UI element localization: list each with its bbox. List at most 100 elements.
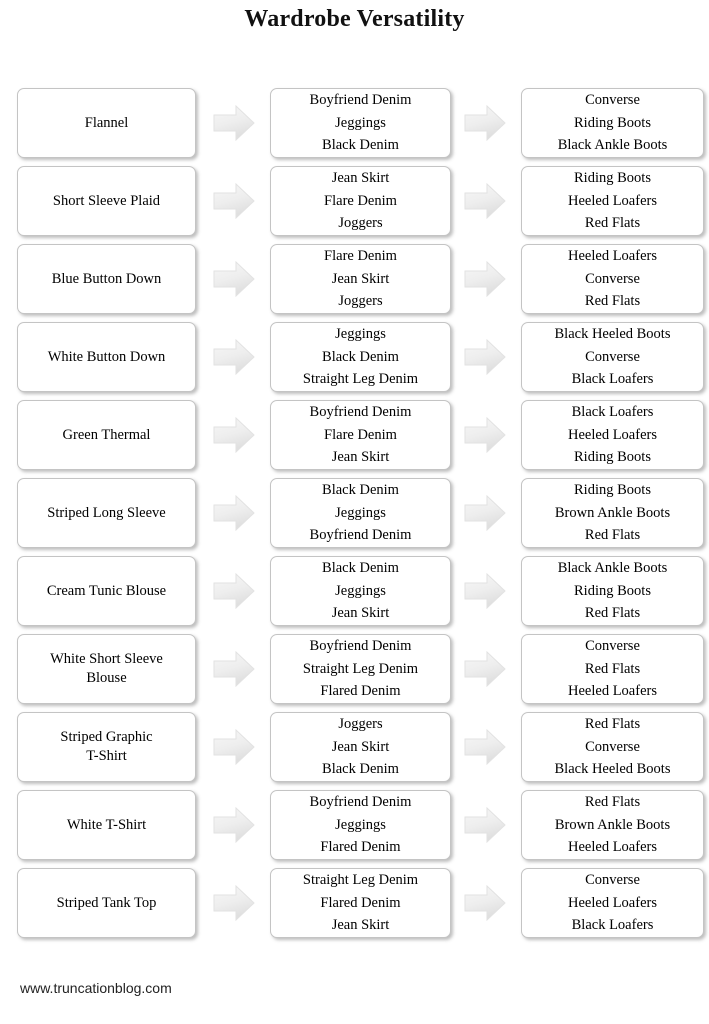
- list-item: Converse: [585, 348, 640, 365]
- shoes-node[interactable]: Converse Red Flats Heeled Loafers: [521, 634, 704, 704]
- bottoms-node[interactable]: Jeggings Black Denim Straight Leg Denim: [270, 322, 451, 392]
- shoes-node[interactable]: Converse Heeled Loafers Black Loafers: [521, 868, 704, 938]
- shoes-list: Black Heeled Boots Converse Black Loafers: [522, 323, 703, 391]
- list-item: Heeled Loafers: [568, 192, 657, 209]
- shoes-node[interactable]: Red Flats Brown Ankle Boots Heeled Loafers: [521, 790, 704, 860]
- bottoms-list: Boyfriend Denim Flare Denim Jean Skirt: [271, 401, 450, 469]
- shoes-list: Red Flats Converse Black Heeled Boots: [522, 713, 703, 781]
- page-title: Wardrobe Versatility: [244, 6, 465, 32]
- bottoms-list: Jeggings Black Denim Straight Leg Denim: [271, 323, 450, 391]
- node-label-line: Green Thermal: [62, 426, 151, 443]
- bottoms-list: Straight Leg Denim Flared Denim Jean Skirt: [271, 869, 450, 937]
- shoes-node[interactable]: Black Heeled Boots Converse Black Loafers: [521, 322, 704, 392]
- garment-node[interactable]: Flannel: [17, 88, 196, 158]
- list-item: Red Flats: [584, 716, 641, 733]
- bottoms-node[interactable]: Straight Leg Denim Flared Denim Jean Skirt: [270, 868, 451, 938]
- garment-node[interactable]: White T-Shirt: [17, 790, 196, 860]
- shoes-list: Riding Boots Brown Ankle Boots Red Flats: [522, 479, 703, 547]
- garment-node[interactable]: Cream Tunic Blouse: [17, 556, 196, 626]
- flow-row: White T-Shirt Boyfriend Denim Jeggings Flar…: [0, 790, 709, 860]
- list-item: Jean Skirt: [331, 449, 390, 466]
- shoes-list: Heeled Loafers Converse Red Flats: [522, 245, 703, 313]
- bottoms-list: Flare Denim Jean Skirt Joggers: [271, 245, 450, 313]
- list-item: Black Heeled Boots: [554, 761, 671, 778]
- right-block-arrow-icon: [463, 104, 507, 142]
- right-block-arrow-icon: [463, 806, 507, 844]
- list-item: Heeled Loafers: [568, 683, 657, 700]
- right-block-arrow-icon: [463, 416, 507, 454]
- shoes-node[interactable]: Black Ankle Boots Riding Boots Red Flats: [521, 556, 704, 626]
- bottoms-node[interactable]: Boyfriend Denim Straight Leg Denim Flared …: [270, 634, 451, 704]
- bottoms-list: Boyfriend Denim Jeggings Flared Denim: [271, 791, 450, 859]
- list-item: Riding Boots: [574, 449, 651, 466]
- list-item: Converse: [585, 270, 640, 287]
- node-label-line: Blue Button Down: [51, 270, 162, 287]
- list-item: Black Denim: [322, 560, 399, 577]
- shoes-list: Black Loafers Heeled Loafers Riding Boots: [522, 401, 703, 469]
- list-item: Boyfriend Denim: [309, 638, 412, 655]
- garment-node[interactable]: Striped Long Sleeve: [17, 478, 196, 548]
- right-block-arrow-icon: [463, 728, 507, 766]
- garment-node[interactable]: Blue Button Down: [17, 244, 196, 314]
- shoes-node[interactable]: Riding Boots Brown Ankle Boots Red Flats: [521, 478, 704, 548]
- flow-row: Striped Graphic T-Shirt Joggers Jean Skirt B…: [0, 712, 709, 782]
- flow-row: White Short Sleeve Blouse Boyfriend Denim S…: [0, 634, 709, 704]
- list-item: Flared Denim: [320, 839, 401, 856]
- list-item: Boyfriend Denim: [309, 527, 412, 544]
- shoes-node[interactable]: Riding Boots Heeled Loafers Red Flats: [521, 166, 704, 236]
- shoes-node[interactable]: Black Loafers Heeled Loafers Riding Boots: [521, 400, 704, 470]
- list-item: Joggers: [338, 293, 383, 310]
- right-block-arrow-icon: [463, 182, 507, 220]
- shoes-node[interactable]: Converse Riding Boots Black Ankle Boots: [521, 88, 704, 158]
- bottoms-node[interactable]: Black Denim Jeggings Boyfriend Denim: [270, 478, 451, 548]
- list-item: Converse: [585, 738, 640, 755]
- list-item: Black Loafers: [571, 404, 654, 421]
- shoes-node[interactable]: Red Flats Converse Black Heeled Boots: [521, 712, 704, 782]
- bottoms-node[interactable]: Joggers Jean Skirt Black Denim: [270, 712, 451, 782]
- bottoms-list: Black Denim Jeggings Jean Skirt: [271, 557, 450, 625]
- bottoms-node[interactable]: Boyfriend Denim Flare Denim Jean Skirt: [270, 400, 451, 470]
- list-item: Red Flats: [584, 794, 641, 811]
- list-item: Jean Skirt: [331, 917, 390, 934]
- garment-node[interactable]: Striped Graphic T-Shirt: [17, 712, 196, 782]
- garment-node[interactable]: White Button Down: [17, 322, 196, 392]
- garment-node[interactable]: Green Thermal: [17, 400, 196, 470]
- garment-node[interactable]: Striped Tank Top: [17, 868, 196, 938]
- node-label-line: Striped Graphic: [60, 729, 153, 745]
- flow-row: Flannel Boyfriend Denim Jeggings Black Deni…: [0, 88, 709, 158]
- shoes-list: Riding Boots Heeled Loafers Red Flats: [522, 167, 703, 235]
- list-item: Black Denim: [322, 137, 399, 154]
- bottoms-node[interactable]: Boyfriend Denim Jeggings Black Denim: [270, 88, 451, 158]
- right-block-arrow-icon: [212, 338, 256, 376]
- flow-row: Striped Long Sleeve Black Denim Jeggings Bo…: [0, 478, 709, 548]
- list-item: Flare Denim: [324, 248, 397, 265]
- flow-row: Striped Tank Top Straight Leg Denim Flared…: [0, 868, 709, 938]
- bottoms-node[interactable]: Flare Denim Jean Skirt Joggers: [270, 244, 451, 314]
- garment-label: Green Thermal: [18, 426, 195, 445]
- flow-row: Blue Button Down Flare Denim Jean Skirt Jog…: [0, 244, 709, 314]
- node-label-line: White T-Shirt: [66, 816, 147, 833]
- garment-node[interactable]: White Short Sleeve Blouse: [17, 634, 196, 704]
- list-item: Black Ankle Boots: [557, 137, 668, 154]
- bottoms-node[interactable]: Boyfriend Denim Jeggings Flared Denim: [270, 790, 451, 860]
- garment-label: White Button Down: [18, 348, 195, 367]
- list-item: Jeggings: [335, 582, 386, 599]
- bottoms-node[interactable]: Black Denim Jeggings Jean Skirt: [270, 556, 451, 626]
- bottoms-list: Boyfriend Denim Jeggings Black Denim: [271, 89, 450, 157]
- shoes-node[interactable]: Heeled Loafers Converse Red Flats: [521, 244, 704, 314]
- list-item: Converse: [585, 92, 640, 109]
- list-item: Straight Leg Denim: [302, 660, 419, 677]
- list-item: Heeled Loafers: [568, 248, 657, 265]
- list-item: Converse: [585, 638, 640, 655]
- bottoms-node[interactable]: Jean Skirt Flare Denim Joggers: [270, 166, 451, 236]
- footer-url: www.truncationblog.com: [20, 980, 172, 996]
- node-label-line: Cream Tunic Blouse: [46, 582, 167, 599]
- list-item: Riding Boots: [574, 582, 651, 599]
- list-item: Riding Boots: [574, 482, 651, 499]
- list-item: Heeled Loafers: [568, 839, 657, 856]
- garment-label: White Short Sleeve Blouse: [18, 650, 195, 688]
- list-item: Black Ankle Boots: [557, 560, 668, 577]
- node-label-line: White Button Down: [47, 348, 166, 365]
- list-item: Black Denim: [322, 348, 399, 365]
- garment-node[interactable]: Short Sleeve Plaid: [17, 166, 196, 236]
